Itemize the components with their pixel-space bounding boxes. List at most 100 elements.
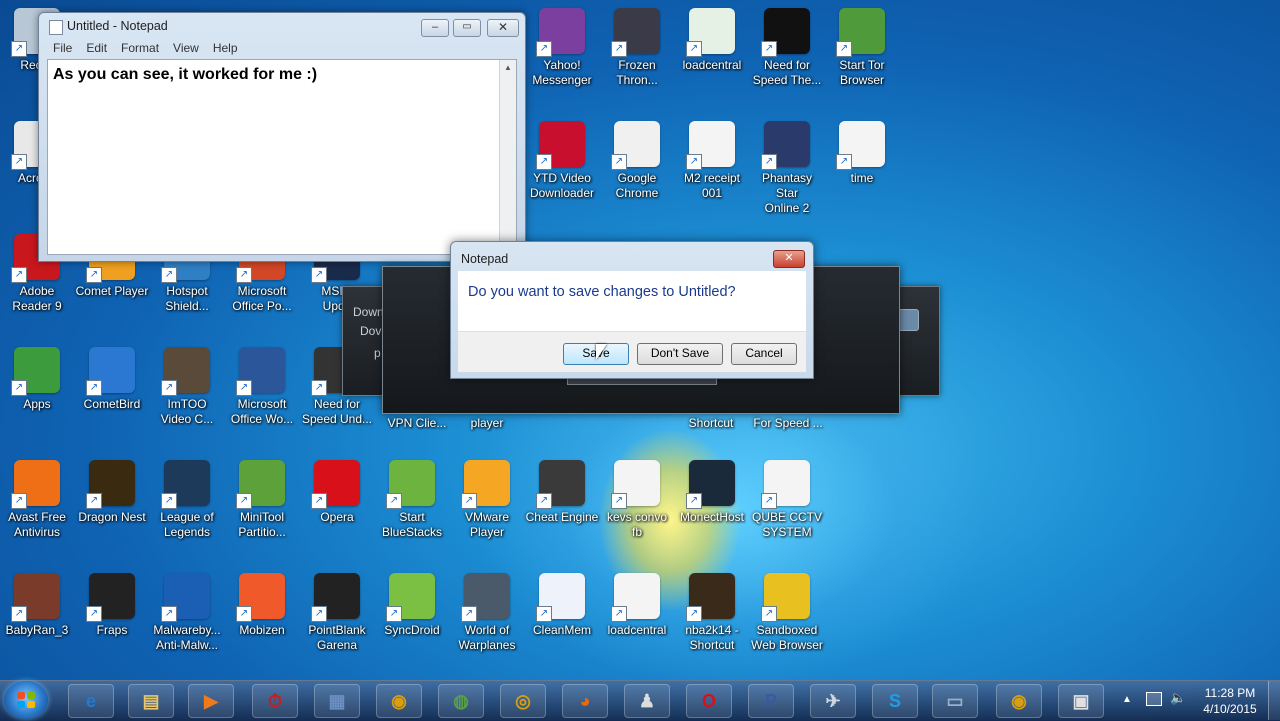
taskbar-skype-task-icon[interactable]: S [872, 684, 918, 718]
taskbar-notepad-task-icon[interactable]: ▦ [314, 684, 360, 718]
desktop-icon-bluestacks[interactable]: ↗ Start BlueStacks [375, 460, 449, 540]
desktop-icon-kevs-convo[interactable]: ↗ kevs convo fb [600, 460, 674, 540]
desktop-icon-sandboxed-browser[interactable]: ↗ Sandboxed Web Browser [750, 573, 824, 653]
shortcut-arrow-icon: ↗ [536, 154, 552, 170]
desktop-icon-label: Opera [320, 510, 354, 524]
shortcut-arrow-icon: ↗ [761, 154, 777, 170]
desktop-icon-m2-receipt[interactable]: ↗ M2 receipt 001 [675, 121, 749, 201]
taskbar-folder-task-icon[interactable]: ▣ [1058, 684, 1104, 718]
desktop-icon-avast[interactable]: ↗ Avast Free Antivirus [0, 460, 74, 540]
desktop-icon-qube-cctv[interactable]: ↗ QUBE CCTV SYSTEM [750, 460, 824, 540]
menu-view[interactable]: View [173, 41, 199, 59]
desktop-icon-pointblank[interactable]: ↗ PointBlank Garena [300, 573, 374, 653]
show-desktop-button[interactable] [1268, 681, 1280, 720]
desktop-icon-world-of-warplanes[interactable]: ↗ World of Warplanes [450, 573, 524, 653]
taskbar-media-player-icon[interactable]: ▶ [188, 684, 234, 718]
desktop-icon-label: Dragon Nest [78, 510, 146, 524]
notepad-window[interactable]: Untitled - Notepad ‒ ▭ ✕ File Edit Forma… [38, 12, 526, 262]
desktop-icon-office-word[interactable]: ↗ Microsoft Office Wo... [225, 347, 299, 427]
desktop-icon-babyran[interactable]: ↗ BabyRan_3 [0, 573, 74, 638]
desktop-icon-label: Cheat Engine [525, 510, 599, 524]
desktop-icon-dragon-nest[interactable]: ↗ Dragon Nest [75, 460, 149, 525]
taskbar-opera-task-icon[interactable]: O [686, 684, 732, 718]
scroll-up-icon[interactable]: ▲ [500, 63, 516, 72]
taskbar-chrome2-task-icon[interactable]: ◉ [996, 684, 1042, 718]
taskbar-chrome-task-icon[interactable]: ◉ [376, 684, 422, 718]
menu-edit[interactable]: Edit [86, 41, 107, 59]
dialog-close-button[interactable]: ✕ [773, 250, 805, 268]
desktop-icon-loadcentral[interactable]: ↗ loadcentral [675, 8, 749, 73]
show-hidden-icons[interactable]: ▲ [1122, 694, 1132, 705]
desktop-icon-cheat-engine[interactable]: ↗ Cheat Engine [525, 460, 599, 525]
desktop-icon-loadcentral-2[interactable]: ↗ loadcentral [600, 573, 674, 638]
desktop-icon-mobizen[interactable]: ↗ Mobizen [225, 573, 299, 638]
desktop-icon-chrome[interactable]: ↗ Google Chrome [600, 121, 674, 201]
taskbar-explorer-icon[interactable]: ▤ [128, 684, 174, 718]
desktop-icon-tor-browser[interactable]: ↗ Start Tor Browser [825, 8, 899, 88]
desktop-icon-cleanmem[interactable]: ↗ CleanMem [525, 573, 599, 638]
dont-save-button[interactable]: Don't Save [637, 343, 723, 365]
desktop-icon-pso2[interactable]: ↗ Phantasy Star Online 2 [750, 121, 824, 216]
desktop-icon-opera[interactable]: ↗ Opera [300, 460, 374, 525]
desktop-icon-time[interactable]: ↗ time [825, 121, 899, 186]
text-area[interactable]: As you can see, it worked for me :) ▲ [47, 59, 517, 255]
desktop-icon-imtoo[interactable]: ↗ ImTOO Video C... [150, 347, 224, 427]
cancel-button[interactable]: Cancel [731, 343, 797, 365]
desktop-icon-league-of-legends[interactable]: ↗ League of Legends [150, 460, 224, 540]
network-icon[interactable] [1146, 692, 1162, 706]
windows-logo-icon [17, 692, 35, 708]
desktop-icon-nfs-the-run[interactable]: ↗ Need for Speed The... [750, 8, 824, 88]
desktop-icon-fraps[interactable]: ↗ Fraps [75, 573, 149, 638]
shortcut-arrow-icon: ↗ [536, 606, 552, 622]
tor-browser-icon: ↗ [836, 8, 885, 57]
minimize-button[interactable]: ‒ [421, 19, 449, 37]
taskbar-figure-task-icon[interactable]: ♟ [624, 684, 670, 718]
taskbar-tor-task-icon[interactable]: ◍ [438, 684, 484, 718]
menu-format[interactable]: Format [121, 41, 159, 59]
desktop-icon-monecthost[interactable]: ↗ MonectHost [675, 460, 749, 525]
shortcut-arrow-icon: ↗ [236, 606, 252, 622]
save-dialog[interactable]: Notepad ✕ Do you want to save changes to… [450, 241, 814, 379]
taskbar-ring-task-icon[interactable]: ◎ [500, 684, 546, 718]
start-button[interactable] [4, 681, 48, 719]
clock-time[interactable]: 11:28 PM [1198, 686, 1262, 700]
cleanmem-icon: ↗ [536, 573, 585, 622]
shortcut-arrow-icon: ↗ [161, 380, 177, 396]
menu-file[interactable]: File [53, 41, 72, 59]
desktop-icon-cometbird[interactable]: ↗ CometBird [75, 347, 149, 412]
desktop-icon-yahoo-messenger[interactable]: ↗ Yahoo! Messenger [525, 8, 599, 88]
desktop-icon-label: Frozen Thron... [616, 58, 658, 87]
close-button[interactable]: ✕ [487, 19, 519, 37]
scrollbar[interactable]: ▲ [499, 60, 516, 254]
dialog-message: Do you want to save changes to Untitled? [468, 284, 736, 300]
volume-icon[interactable]: 🔈 [1170, 690, 1186, 706]
desktop-icon-label: CleanMem [532, 623, 592, 637]
desktop-icon-malwarebytes[interactable]: ↗ Malwareby... Anti-Malw... [150, 573, 224, 653]
desktop-icon-vmware[interactable]: ↗ VMware Player [450, 460, 524, 540]
maximize-button[interactable]: ▭ [453, 19, 481, 37]
shortcut-arrow-icon: ↗ [761, 493, 777, 509]
desktop-icon-syncdroid[interactable]: ↗ SyncDroid [375, 573, 449, 638]
kevs-convo-icon: ↗ [611, 460, 660, 509]
shortcut-arrow-icon: ↗ [836, 154, 852, 170]
dark-window-field[interactable] [897, 309, 919, 331]
imtoo-icon: ↗ [161, 347, 210, 396]
desktop-icon-label: MiniTool Partitio... [238, 510, 286, 539]
office-word-icon: ↗ [236, 347, 285, 396]
desktop-icon-ytd[interactable]: ↗ YTD Video Downloader [525, 121, 599, 201]
taskbar-pso-task-icon[interactable]: P [748, 684, 794, 718]
pointblank-icon: ↗ [311, 573, 360, 622]
desktop-icon-label: M2 receipt 001 [683, 171, 741, 200]
desktop-icon-nba2k14[interactable]: ↗ nba2k14 - Shortcut [675, 573, 749, 653]
desktop-icon-frozen-throne[interactable]: ↗ Frozen Thron... [600, 8, 674, 88]
taskbar-task-scheduler-icon[interactable]: ⏱ [252, 684, 298, 718]
clock-date[interactable]: 4/10/2015 [1198, 702, 1262, 716]
shortcut-arrow-icon: ↗ [611, 606, 627, 622]
desktop-icon-minitool[interactable]: ↗ MiniTool Partitio... [225, 460, 299, 540]
taskbar-notes-task-icon[interactable]: ▭ [932, 684, 978, 718]
desktop-icon-apps[interactable]: ↗ Apps [0, 347, 74, 412]
menu-help[interactable]: Help [213, 41, 238, 59]
taskbar-firefox-task-icon[interactable]: ◕ [562, 684, 608, 718]
taskbar-ie-icon[interactable]: e [68, 684, 114, 718]
taskbar-warplanes-task-icon[interactable]: ✈ [810, 684, 856, 718]
